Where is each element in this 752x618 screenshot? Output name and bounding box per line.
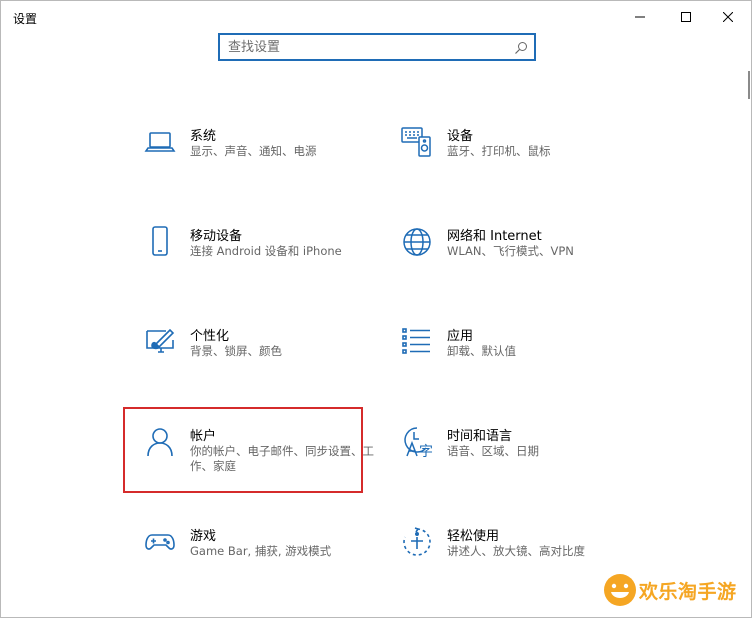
laptop-icon: [143, 125, 177, 159]
keyboard-speaker-icon: [400, 125, 434, 159]
category-desc: 显示、声音、通知、电源: [190, 144, 317, 158]
category-name: 设备: [447, 129, 474, 144]
category-desc: 语音、区域、日期: [447, 444, 539, 458]
search-input[interactable]: [228, 38, 508, 56]
gamepad-icon: [143, 525, 177, 559]
settings-window: 设置 系统 显示、声音、通知、电源: [0, 0, 752, 618]
maximize-icon: [681, 12, 691, 22]
category-desc: 蓝牙、打印机、鼠标: [447, 144, 551, 158]
category-personalization[interactable]: 个性化 背景、锁屏、颜色: [143, 325, 383, 395]
category-time-language[interactable]: 字 时间和语言 语音、区域、日期: [400, 425, 640, 495]
user-icon: [143, 425, 177, 459]
category-name: 个性化: [190, 329, 230, 344]
category-desc: WLAN、飞行模式、VPN: [447, 244, 574, 258]
category-name: 轻松使用: [447, 529, 500, 544]
category-desc: 你的帐户、电子邮件、同步设置、工作、家庭: [190, 444, 374, 473]
svg-text:字: 字: [419, 444, 433, 459]
watermark: 欢乐淘手游: [601, 573, 751, 613]
category-name: 帐户: [190, 429, 217, 444]
category-desc: Game Bar, 捕获, 游戏模式: [190, 544, 332, 558]
ease-of-access-icon: [400, 525, 434, 559]
category-name: 系统: [190, 129, 217, 144]
phone-icon: [143, 225, 177, 259]
category-desc: 卸载、默认值: [447, 344, 516, 358]
minimize-button[interactable]: [617, 1, 663, 33]
close-icon: [723, 12, 733, 22]
time-language-icon: 字: [400, 425, 434, 459]
close-button[interactable]: [705, 1, 751, 33]
category-network[interactable]: 网络和 Internet WLAN、飞行模式、VPN: [400, 225, 640, 295]
category-name: 移动设备: [190, 229, 243, 244]
category-desc: 讲述人、放大镜、高对比度: [447, 544, 585, 558]
category-desc: 背景、锁屏、颜色: [190, 344, 282, 358]
watermark-text: 欢乐淘手游: [639, 581, 737, 603]
category-name: 时间和语言: [447, 429, 513, 444]
category-gaming[interactable]: 游戏 Game Bar, 捕获, 游戏模式: [143, 525, 383, 595]
paint-brush-icon: [143, 325, 177, 359]
category-name: 应用: [447, 329, 474, 344]
window-title: 设置: [13, 12, 38, 26]
category-name: 网络和 Internet: [447, 229, 542, 244]
search-box[interactable]: [218, 33, 536, 61]
category-desc: 连接 Android 设备和 iPhone: [190, 244, 342, 258]
apps-list-icon: [400, 325, 434, 359]
category-system[interactable]: 系统 显示、声音、通知、电源: [143, 125, 383, 195]
minimize-icon: [635, 16, 645, 18]
maximize-button[interactable]: [663, 1, 709, 33]
category-devices[interactable]: 设备 蓝牙、打印机、鼠标: [400, 125, 640, 195]
category-apps[interactable]: 应用 卸载、默认值: [400, 325, 640, 395]
smiley-logo-icon: [604, 574, 636, 606]
search-icon: [514, 40, 528, 59]
scrollbar[interactable]: [748, 71, 750, 99]
globe-icon: [400, 225, 434, 259]
category-phone[interactable]: 移动设备 连接 Android 设备和 iPhone: [143, 225, 383, 295]
category-accounts[interactable]: 帐户 你的帐户、电子邮件、同步设置、工作、家庭: [143, 425, 383, 495]
title-bar: 设置: [1, 1, 751, 33]
category-name: 游戏: [190, 529, 217, 544]
